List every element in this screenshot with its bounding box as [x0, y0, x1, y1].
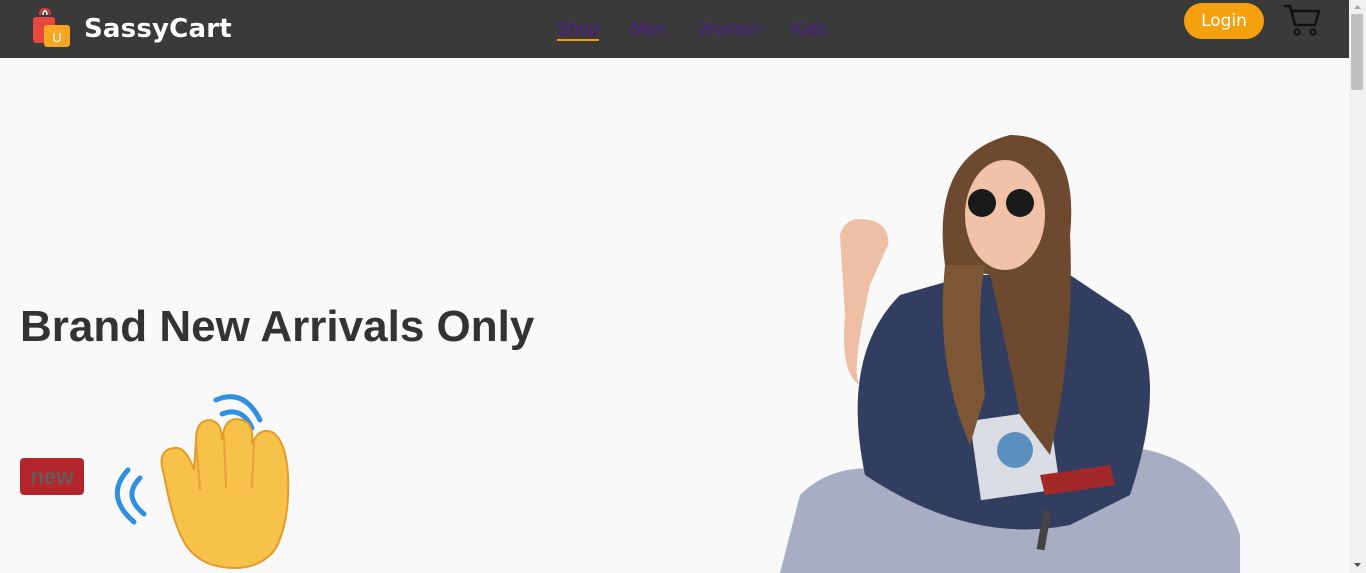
login-button[interactable]: Login [1184, 3, 1264, 39]
hero-title: Brand New Arrivals Only [20, 302, 535, 351]
scroll-up-arrow-icon[interactable] [1349, 0, 1366, 14]
page-scrollbar[interactable] [1349, 0, 1366, 573]
brand-name: SassyCart [84, 14, 232, 44]
model-photo [780, 135, 1240, 573]
brand[interactable]: U SassyCart [30, 0, 232, 58]
shopping-bag-icon: U [33, 7, 70, 47]
scroll-down-arrow-icon[interactable] [1349, 558, 1366, 572]
nav-link-women[interactable]: Women [698, 0, 760, 58]
scrollbar-thumb[interactable] [1351, 14, 1363, 90]
main-nav: Shop Men Women Kids [557, 0, 859, 58]
logo-letter: U [52, 30, 61, 45]
cart-icon[interactable] [1282, 3, 1322, 37]
nav-link-men[interactable]: Men [631, 0, 666, 58]
nav-link-kids[interactable]: Kids [792, 0, 827, 58]
nav-link-shop[interactable]: Shop [557, 0, 600, 58]
waving-hand-icon [114, 394, 290, 570]
top-navbar: U SassyCart Shop Men Women Kids Login [0, 0, 1349, 58]
new-badge: new [20, 458, 84, 495]
